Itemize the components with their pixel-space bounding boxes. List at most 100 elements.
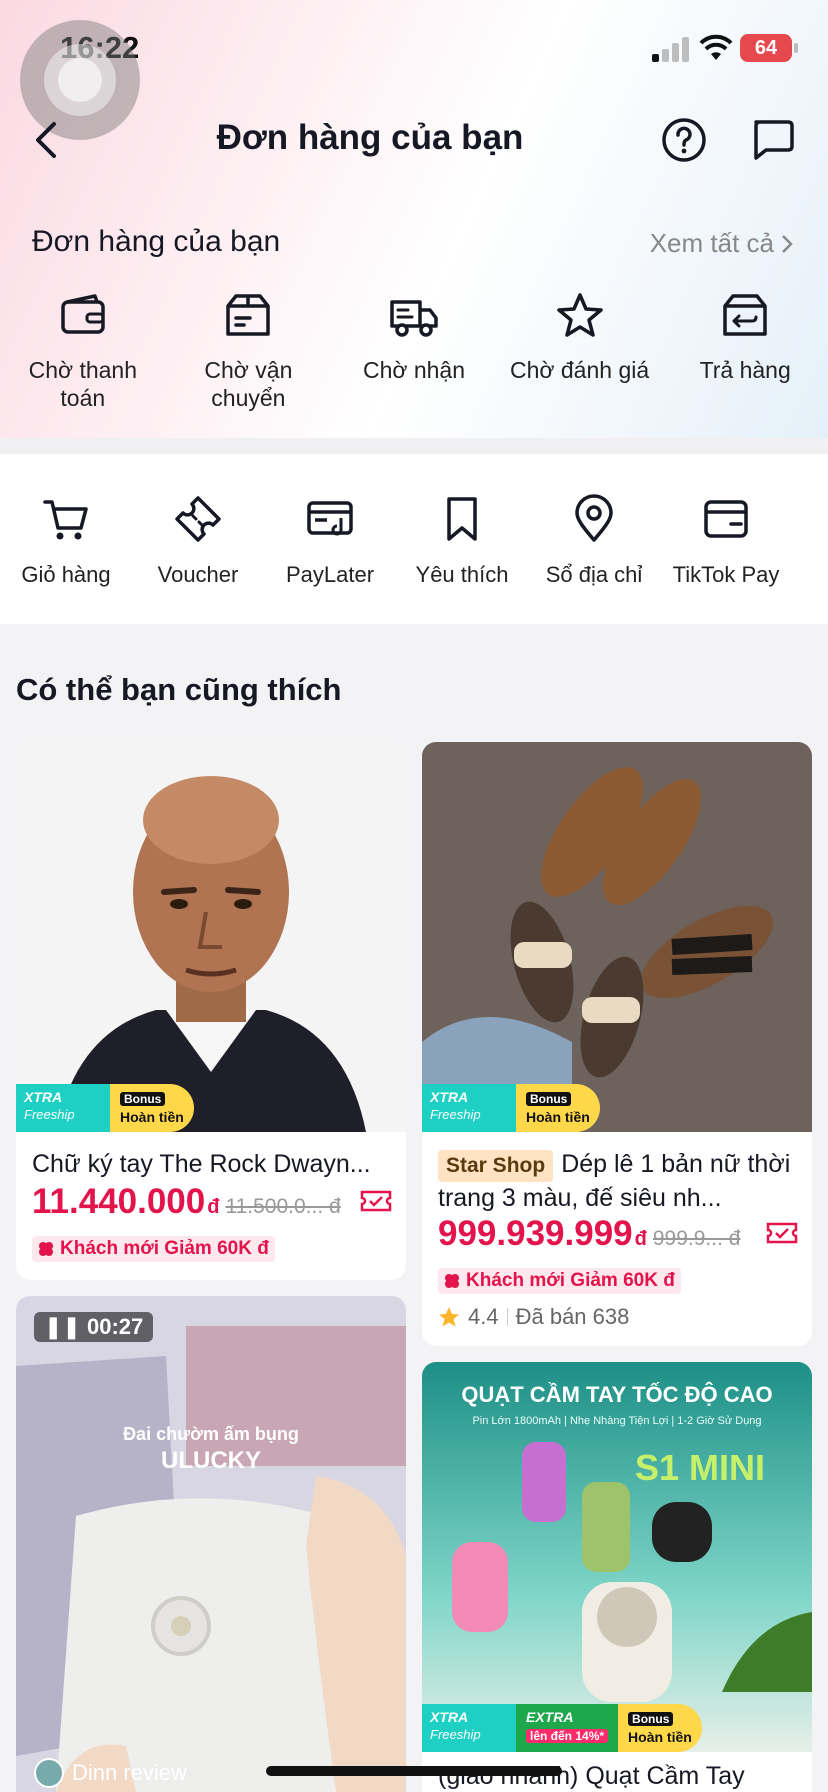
order-status-awaiting-shipping[interactable]: Chờ vận chuyển <box>166 290 332 440</box>
video-duration: 00:27 <box>86 1314 144 1339</box>
see-all-link[interactable]: Xem tất cả <box>650 228 794 259</box>
paylater-icon <box>307 501 353 536</box>
product-card[interactable]: QUẠT CẦM TAY TỐC ĐỘ CAO Pin Lớn 1800mAh … <box>422 1362 812 1792</box>
section-divider <box>0 438 828 454</box>
tool-address-book[interactable]: Sổ địa chỉ <box>528 494 660 624</box>
product-image <box>16 742 406 1132</box>
tool-label: Giỏ hàng <box>21 562 111 587</box>
promo-badge-strip: XTRA Freeship Bonus Hoàn tiền <box>16 1084 194 1132</box>
product-banner-image: QUẠT CẦM TAY TỐC ĐỘ CAO Pin Lớn 1800mAh … <box>422 1362 812 1752</box>
order-status-label: Chờ đánh giá <box>510 357 650 383</box>
promo-badge-strip: XTRA Freeship Bonus Hoàn tiền <box>422 1084 600 1132</box>
cashback-label: Hoàn tiền <box>526 1109 590 1125</box>
wallet-icon <box>61 294 105 334</box>
bonus-cashback-badge: Bonus Hoàn tiền <box>618 1704 702 1752</box>
product-card[interactable]: XTRA Freeship Bonus Hoàn tiền Star Shop D… <box>422 742 812 1346</box>
reviewer-name: Dinn review <box>72 1760 187 1785</box>
promo-text: Khách mới Giảm 60K đ <box>60 1238 269 1259</box>
cashback-label: Hoàn tiền <box>628 1729 692 1745</box>
cashback-label: Hoàn tiền <box>120 1109 184 1125</box>
cellular-signal-icon <box>652 36 690 62</box>
original-price: 999.9... đ <box>652 1227 741 1250</box>
tool-tiktok-pay[interactable]: TikTok Pay <box>660 494 792 624</box>
truck-icon <box>390 300 438 337</box>
tool-favorites[interactable]: Yêu thích <box>396 494 528 624</box>
wifi-icon <box>699 34 733 60</box>
bonus-tag: Bonus <box>120 1092 166 1106</box>
tool-cart[interactable]: Giỏ hàng <box>0 494 132 624</box>
order-status-label: Trả hàng <box>699 357 791 383</box>
order-status-returns[interactable]: Trả hàng <box>662 290 828 440</box>
promo-badge-strip: XTRA Freeship EXTRA lên đến 14%* Bonus H… <box>422 1704 702 1752</box>
tool-label: TikTok Pay <box>672 562 780 587</box>
cart-icon <box>43 500 88 540</box>
video-overlay-line1: Đai chườm ấm bụng <box>123 1424 299 1444</box>
chevron-right-icon <box>782 234 793 253</box>
clover-icon <box>445 1274 459 1288</box>
product-price: 11.440.000 <box>32 1182 206 1221</box>
product-image <box>422 742 812 1132</box>
price-currency: đ <box>207 1196 220 1218</box>
avatar <box>34 1758 64 1788</box>
order-status-awaiting-review[interactable]: Chờ đánh giá <box>497 290 663 440</box>
product-title: Chữ ký tay The Rock Dwayn... <box>32 1150 371 1178</box>
product-price: 999.939.999 <box>438 1214 633 1253</box>
battery-indicator: 64 <box>740 34 798 62</box>
tool-label: PayLater <box>285 562 375 587</box>
quick-tools-row: Giỏ hàng Voucher PayLater Yêu thích Sổ đ… <box>0 454 828 624</box>
banner-subtitle: Pin Lớn 1800mAh | Nhẹ Nhàng Tiện Lợi | 1… <box>472 1415 761 1427</box>
tool-label: Yêu thích <box>415 562 509 587</box>
star-shop-tag: Star Shop <box>438 1150 554 1182</box>
tool-voucher[interactable]: Voucher <box>132 494 264 624</box>
xtra-freeship-badge: XTRA Freeship <box>422 1084 516 1132</box>
recommendations-title: Có thể bạn cũng thích <box>16 672 342 707</box>
new-customer-promo: Khách mới Giảm 60K đ <box>32 1236 275 1262</box>
video-product-card[interactable]: Đai chườm ấm bụng ULUCKY ❚❚ 00:27 Dinn r… <box>16 1296 406 1792</box>
coupon-check-icon <box>360 1190 392 1212</box>
xtra-freeship-badge: XTRA Freeship <box>422 1704 516 1752</box>
package-icon <box>226 294 271 336</box>
voucher-icon <box>175 496 221 542</box>
help-icon[interactable] <box>660 116 708 164</box>
banner-model: S1 MINI <box>635 1447 765 1488</box>
order-status-row: Chờ thanh toán Chờ vận chuyển Chờ nhận C… <box>0 290 828 440</box>
price-row: 11.440.000 đ 11.500.0... đ <box>32 1182 392 1222</box>
tool-label: Sổ địa chỉ <box>545 562 643 587</box>
location-pin-icon <box>575 494 613 542</box>
home-indicator[interactable] <box>266 1766 562 1776</box>
star-icon <box>556 293 603 337</box>
order-status-awaiting-delivery[interactable]: Chờ nhận <box>331 290 497 440</box>
freeship-label: Freeship <box>430 1727 481 1742</box>
price-row: 999.939.999 đ 999.9... đ <box>438 1214 798 1254</box>
banner-title: QUẠT CẦM TAY TỐC ĐỘ CAO <box>461 1381 772 1407</box>
video-overlay-line2: ULUCKY <box>161 1447 261 1474</box>
return-box-icon <box>723 294 767 336</box>
top-navigation: Đơn hàng của bạn <box>0 100 828 180</box>
rating-value: 4.4 <box>468 1304 499 1329</box>
chat-icon[interactable] <box>748 116 796 164</box>
price-currency: đ <box>634 1228 647 1250</box>
extra-label: EXTRA <box>526 1709 574 1725</box>
video-timer[interactable]: ❚❚ 00:27 <box>34 1312 154 1342</box>
order-status-label: Chờ thanh toán <box>28 357 138 411</box>
order-status-label: Chờ vận chuyển <box>204 357 293 411</box>
rating-separator <box>506 1308 508 1326</box>
pause-icon: ❚❚ <box>44 1314 87 1339</box>
clover-icon <box>39 1242 53 1256</box>
product-title: Star Shop Dép lê 1 bản nữ thời trang 3 mà… <box>438 1148 798 1212</box>
promo-text: Khách mới Giảm 60K đ <box>466 1270 675 1291</box>
bookmark-icon <box>447 497 477 541</box>
extra-percent-pill: lên đến 14%* <box>526 1729 609 1743</box>
tool-label: Voucher <box>157 562 239 587</box>
bonus-tag: Bonus <box>526 1092 572 1106</box>
product-card[interactable]: XTRA Freeship Bonus Hoàn tiền Chữ ký tay… <box>16 742 406 1280</box>
order-status-awaiting-payment[interactable]: Chờ thanh toán <box>0 290 166 440</box>
tool-paylater[interactable]: PayLater <box>264 494 396 624</box>
bonus-cashback-badge: Bonus Hoàn tiền <box>110 1084 194 1132</box>
see-all-label: Xem tất cả <box>649 228 774 258</box>
orders-section-title: Đơn hàng của bạn <box>32 225 281 258</box>
original-price: 11.500.0... đ <box>225 1195 341 1218</box>
bonus-tag: Bonus <box>628 1712 674 1726</box>
xtra-label: XTRA <box>430 1089 469 1105</box>
card-icon <box>704 500 748 538</box>
